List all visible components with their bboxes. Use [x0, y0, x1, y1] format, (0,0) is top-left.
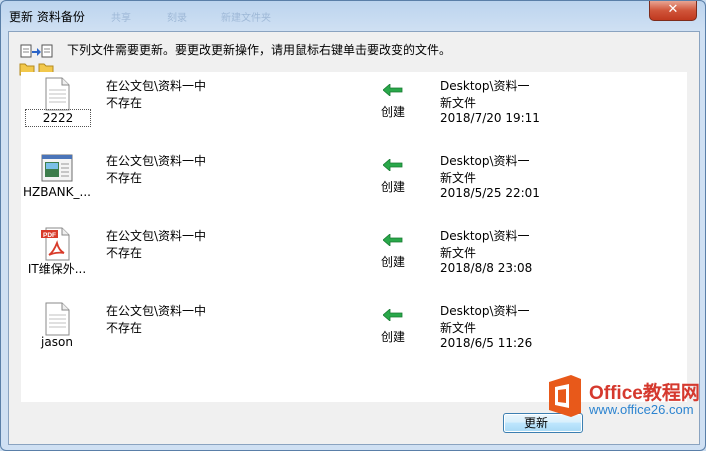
source-path: 在公文包\资料一中: [106, 79, 207, 93]
action-label: 创建: [381, 180, 406, 194]
destination-type: 新文件: [440, 246, 477, 260]
application-window-icon: [41, 154, 73, 182]
left-arrow-icon: [383, 234, 403, 246]
source-status: 不存在: [106, 321, 143, 335]
action-label: 创建: [381, 105, 406, 119]
source-path: 在公文包\资料一中: [106, 304, 207, 318]
window-title: 更新 资料备份: [9, 10, 85, 24]
text-file-icon: [45, 302, 70, 336]
file-name: 2222: [25, 109, 91, 127]
destination-time: 2018/8/8 23:08: [440, 261, 533, 275]
pdf-file-icon: PDF: [41, 227, 70, 261]
file-row[interactable]: 2222 在公文包\资料一中 不存在 创建 Desktop\资料一 新文件 20…: [21, 72, 687, 147]
watermark: Office教程网 www.office26.com: [545, 372, 705, 444]
file-name: HZBANK_...: [23, 185, 91, 199]
file-row[interactable]: jason 在公文包\资料一中 不存在 创建 Desktop\资料一 新文件 2…: [21, 297, 687, 372]
svg-text:PDF: PDF: [43, 232, 56, 239]
text-file-icon: [45, 77, 70, 111]
destination-path: Desktop\资料一: [440, 229, 530, 243]
file-name: IT维保外...: [27, 262, 87, 276]
source-path: 在公文包\资料一中: [106, 229, 207, 243]
ghost-menu-item: 共享: [111, 13, 131, 24]
title-bar[interactable]: 更新 资料备份 共享 刻录 新建文件夹 ✕: [1, 1, 705, 31]
destination-type: 新文件: [440, 96, 477, 110]
file-row[interactable]: PDF IT维保外... 在公文包\资料一中 不存在 创建 Desktop\资料…: [21, 222, 687, 297]
close-button[interactable]: ✕: [649, 1, 697, 21]
watermark-url: www.office26.com: [589, 402, 694, 417]
destination-time: 2018/7/20 19:11: [440, 111, 540, 125]
file-row[interactable]: HZBANK_... 在公文包\资料一中 不存在 创建 Desktop\资料一 …: [21, 147, 687, 222]
left-arrow-icon: [383, 159, 403, 171]
close-icon: ✕: [667, 2, 679, 17]
destination-path: Desktop\资料一: [440, 79, 530, 93]
destination-time: 2018/6/5 11:26: [440, 336, 533, 350]
left-arrow-icon: [383, 309, 403, 321]
action-label: 创建: [381, 255, 406, 269]
instruction-text: 下列文件需要更新。要更改更新操作，请用鼠标右键单击要改变的文件。: [67, 43, 452, 57]
file-list[interactable]: 2222 在公文包\资料一中 不存在 创建 Desktop\资料一 新文件 20…: [21, 72, 687, 402]
sync-files-icon: [19, 44, 54, 76]
ghost-menu-item: 新建文件夹: [221, 13, 271, 24]
destination-time: 2018/5/25 22:01: [440, 186, 540, 200]
destination-path: Desktop\资料一: [440, 304, 530, 318]
action-label: 创建: [381, 330, 406, 344]
source-status: 不存在: [106, 171, 143, 185]
left-arrow-icon: [383, 84, 403, 96]
source-status: 不存在: [106, 246, 143, 260]
watermark-brand: Office教程网: [589, 383, 700, 404]
ghost-menu-item: 刻录: [167, 13, 187, 24]
source-status: 不存在: [106, 96, 143, 110]
office-logo-icon: [549, 375, 581, 417]
file-name: jason: [41, 335, 73, 349]
destination-path: Desktop\资料一: [440, 154, 530, 168]
destination-type: 新文件: [440, 321, 477, 335]
destination-type: 新文件: [440, 171, 477, 185]
source-path: 在公文包\资料一中: [106, 154, 207, 168]
